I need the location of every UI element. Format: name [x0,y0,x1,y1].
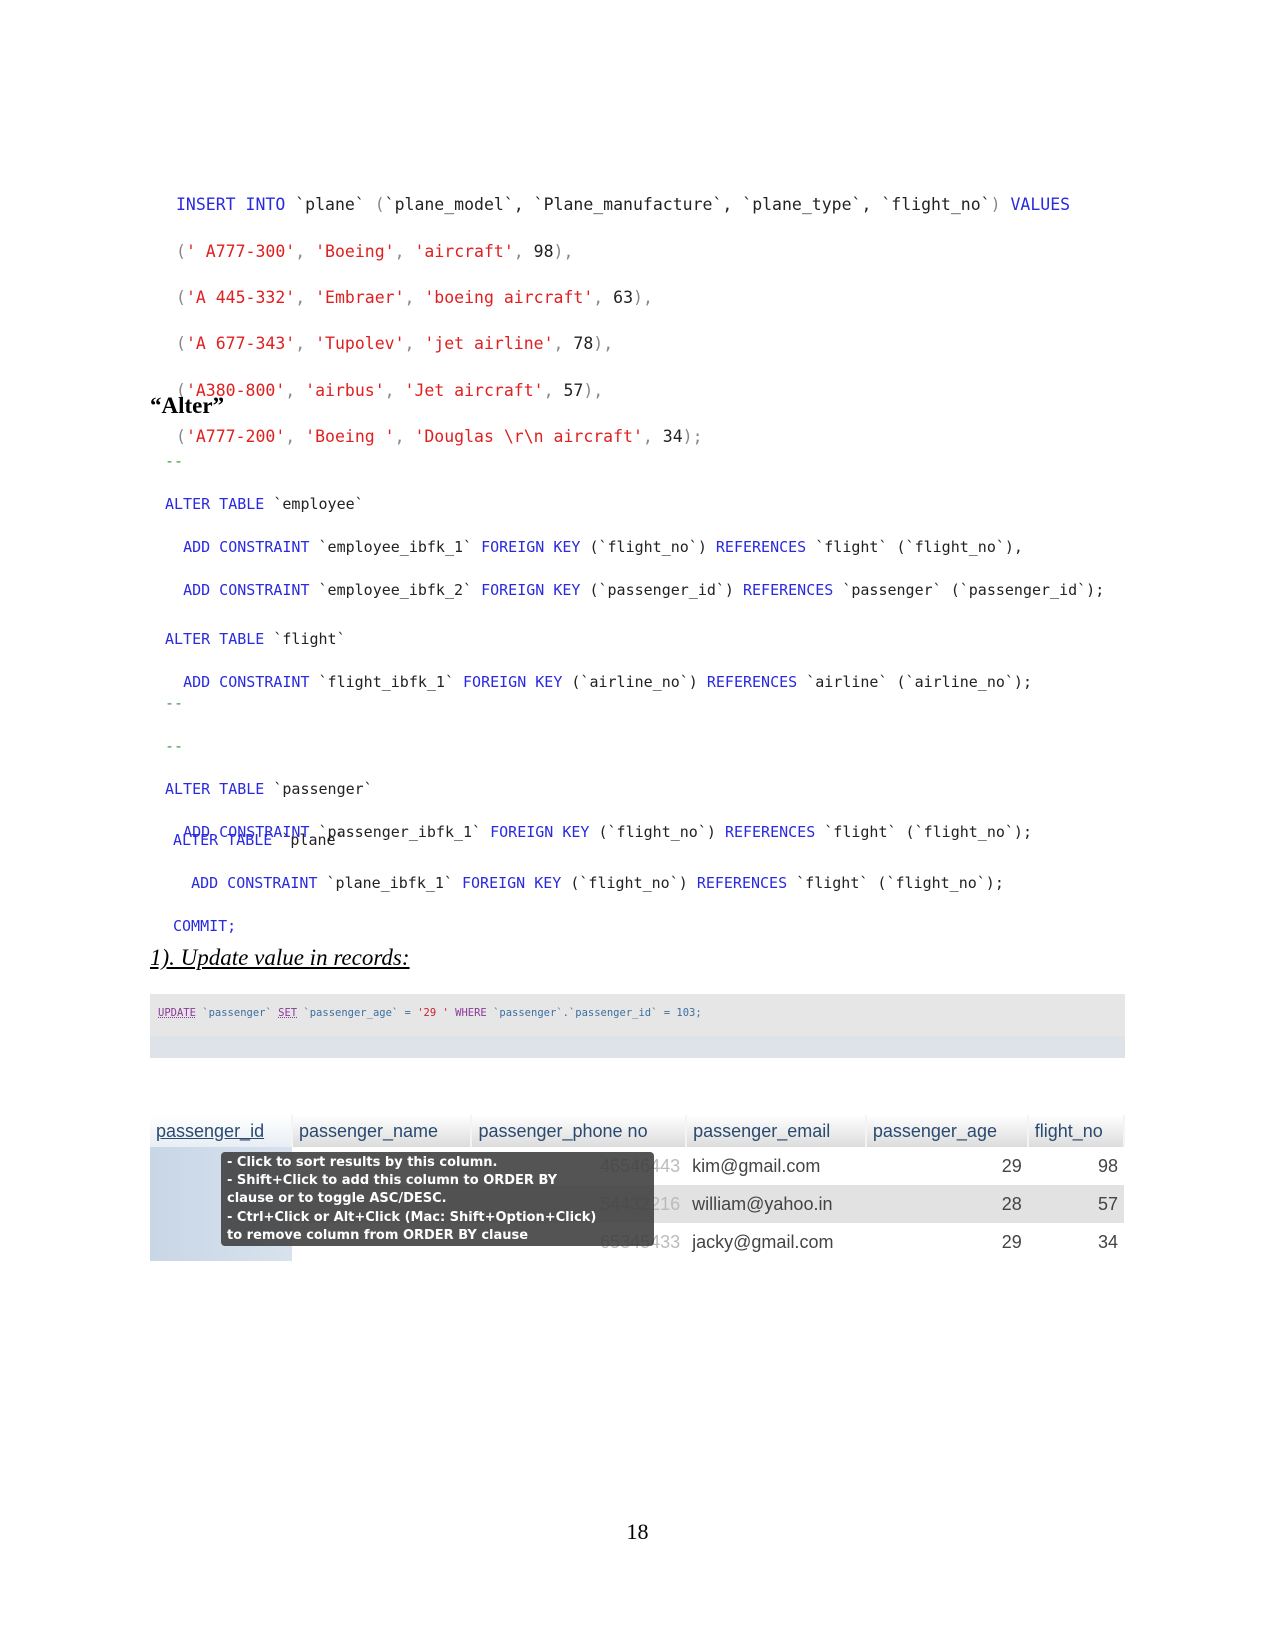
insert-values-row: (' A777-300', 'Boeing', 'aircraft', 98), [176,241,574,261]
column-header-passenger-id[interactable]: passenger_id [150,1115,293,1147]
column-header-passenger-phone[interactable]: passenger_phone no [471,1115,688,1147]
flight-no-cell: 57 [1027,1185,1124,1223]
column-header-passenger-name[interactable]: passenger_name [291,1115,473,1147]
passenger-email-cell: jacky@gmail.com [686,1223,866,1261]
update-query-text: UPDATE `passenger` SET `passenger_age` =… [158,1007,702,1019]
column-header-passenger-email[interactable]: passenger_email [686,1115,867,1147]
column-header-flight-no[interactable]: flight_no [1027,1115,1126,1147]
passenger-email-cell: kim@gmail.com [686,1147,866,1185]
alter-plane-code: ALTER TABLE `plane` ADD CONSTRAINT `plan… [173,830,1004,935]
passenger-age-cell: 28 [865,1185,1028,1223]
set-keyword-link[interactable]: SET [278,1007,297,1019]
table-header-row: passenger_id passenger_name passenger_ph… [150,1115,1126,1147]
update-query-box: UPDATE `passenger` SET `passenger_age` =… [150,994,1125,1058]
flight-no-cell: 98 [1027,1147,1124,1185]
passenger-age-cell: 29 [865,1223,1028,1261]
column-header-passenger-age[interactable]: passenger_age [865,1115,1029,1147]
insert-statement-code: INSERT INTO `plane` (`plane_model`, `Pla… [176,170,1070,472]
update-heading: 1). Update value in records: [150,945,410,970]
insert-values-row: ('A 445-332', 'Embraer', 'boeing aircraf… [176,288,653,308]
update-keyword-link[interactable]: UPDATE [158,1007,196,1019]
flight-no-cell: 34 [1027,1223,1124,1261]
insert-values-row: ('A 677-343', 'Tupolev', 'jet airline', … [176,334,614,354]
passenger-email-cell: william@yahoo.in [686,1185,866,1223]
insert-header-line: INSERT INTO `plane` (`plane_model`, `Pla… [176,195,1071,215]
alter-heading: “Alter” [150,393,225,418]
page-number: 18 [626,1519,649,1544]
insert-values-row: ('A380-800', 'airbus', 'Jet aircraft', 5… [176,380,604,400]
alter-employee-code: -- ALTER TABLE `employee` ADD CONSTRAINT… [165,451,1105,599]
query-box-footer-band [150,1036,1125,1058]
passenger-age-cell: 29 [865,1147,1028,1185]
sort-column-tooltip: - Click to sort results by this column. … [221,1152,654,1246]
